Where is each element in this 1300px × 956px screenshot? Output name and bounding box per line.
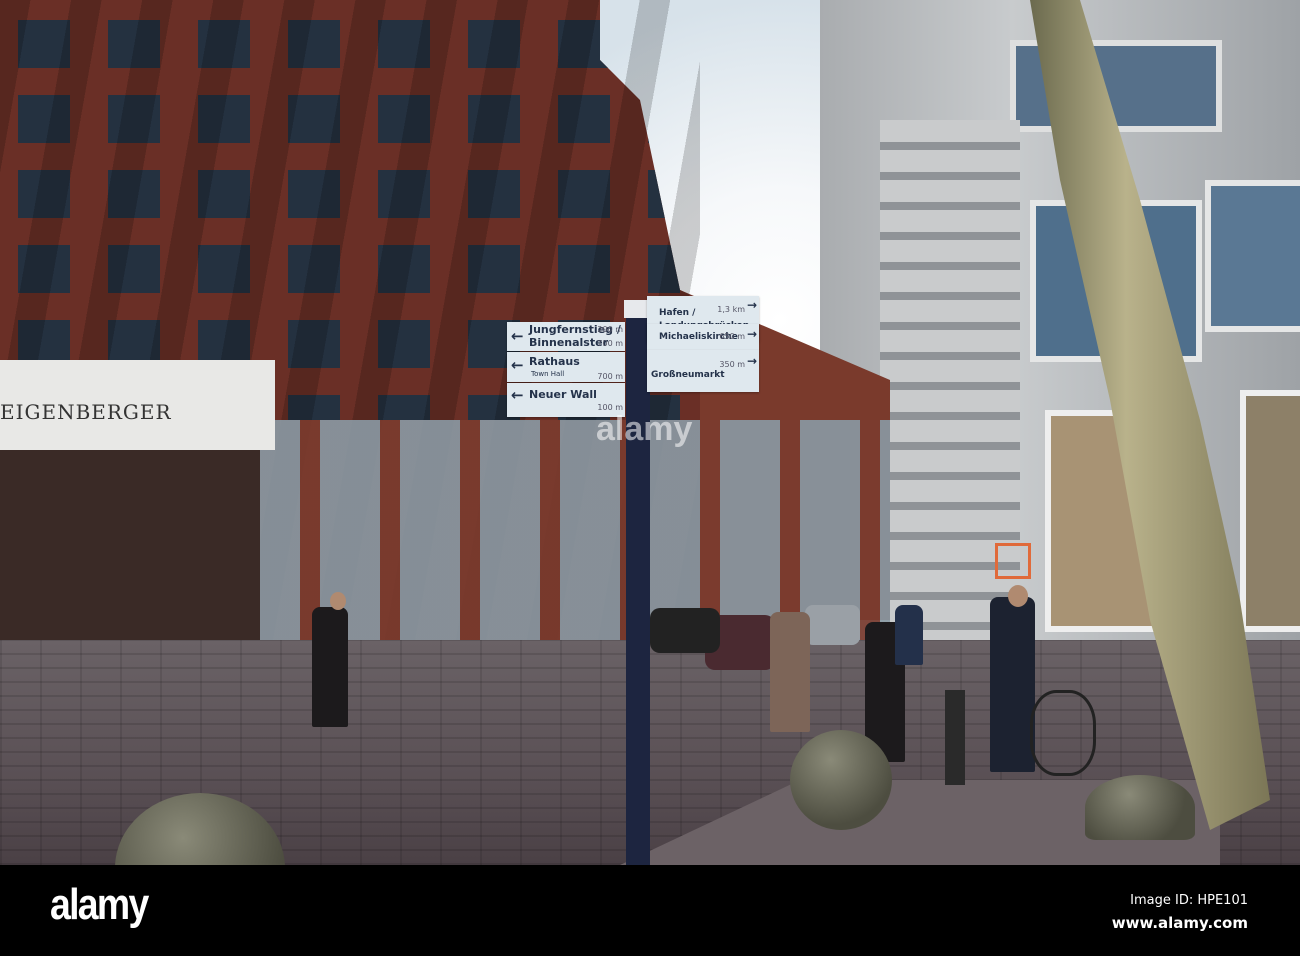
pedestrian-head <box>1008 585 1028 607</box>
stone-boulder <box>1085 775 1195 840</box>
sign-jungfernstieg: ← Jungfernstieg / Binnenalster 200 m 700… <box>507 322 625 351</box>
portico-entrance <box>0 450 260 640</box>
arrow-right-icon: → <box>746 298 757 312</box>
street-photo: EIGENBERGER ← Jungfernstieg / Binnenalst… <box>0 0 1300 865</box>
pedestrian <box>990 597 1035 772</box>
arrow-left-icon: ← <box>511 356 524 374</box>
orange-square-sign <box>995 543 1031 579</box>
sign-rathaus: ← Rathaus Town Hall 700 m <box>507 352 625 382</box>
bollard <box>945 690 965 785</box>
arrow-right-icon: → <box>746 327 757 341</box>
parked-car <box>805 605 860 645</box>
building-window <box>1205 180 1300 332</box>
arrow-left-icon: ← <box>511 386 524 404</box>
watermark-overlay: alamy <box>596 410 693 448</box>
pedestrian <box>312 607 348 727</box>
image-id: Image ID: HPE101 <box>1130 893 1248 908</box>
bicycle <box>1030 690 1096 776</box>
alamy-url: www.alamy.com <box>1111 914 1248 932</box>
building-window <box>1240 390 1300 632</box>
sign-grossneumarkt: Großneumarkt 350 m → <box>647 350 759 392</box>
pedestrian <box>895 605 923 665</box>
stone-pillar <box>880 120 1020 680</box>
arrow-left-icon: ← <box>511 327 524 345</box>
arrow-right-icon: → <box>746 354 757 368</box>
stone-ball-bollard <box>790 730 892 830</box>
pedestrian-head <box>330 592 346 610</box>
watermark-footer <box>0 865 1300 956</box>
sign-michaeliskirche: Michaeliskirche 650 m → <box>647 324 759 350</box>
hotel-sign: EIGENBERGER <box>0 400 172 424</box>
pedestrian <box>770 612 810 732</box>
parked-car <box>650 608 720 653</box>
alamy-logo: alamy <box>50 880 149 929</box>
